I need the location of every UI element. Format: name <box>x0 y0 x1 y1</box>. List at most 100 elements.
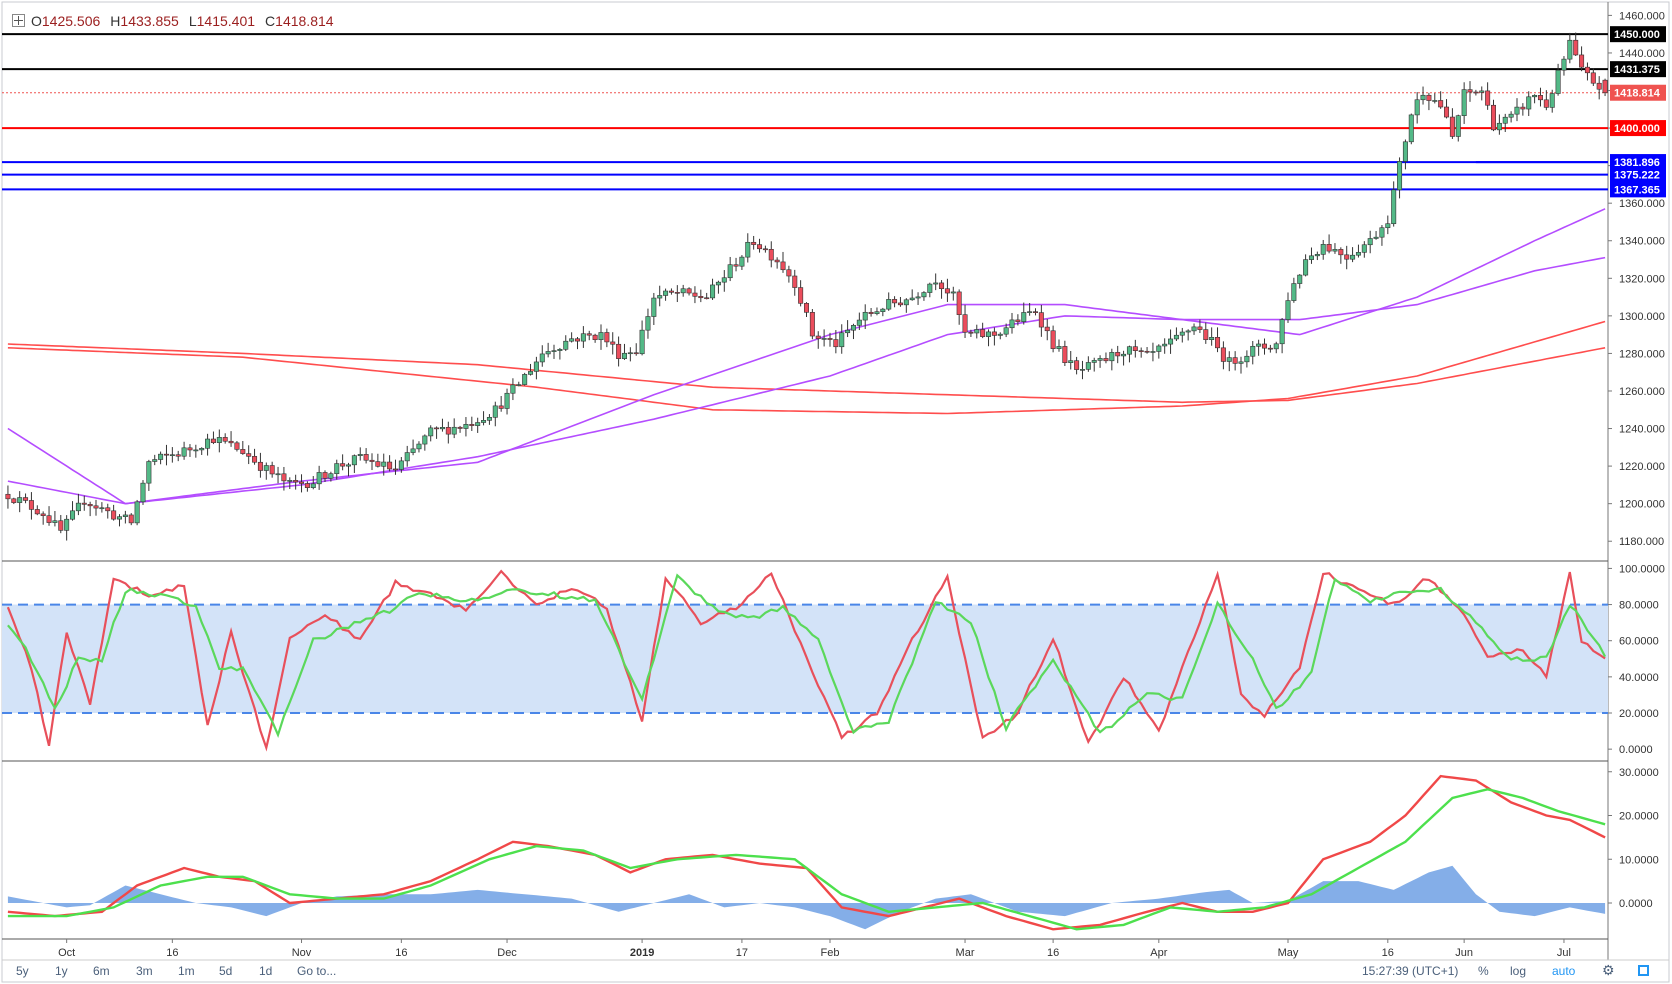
stoch-tick-label: 40.0000 <box>1619 672 1659 684</box>
candle-body <box>833 339 839 348</box>
stoch-tick-label: 100.0000 <box>1619 563 1665 575</box>
candle-body <box>1009 319 1015 329</box>
fullscreen-icon[interactable] <box>1638 965 1649 976</box>
candle-body <box>1074 360 1080 370</box>
percent-toggle[interactable]: % <box>1478 964 1489 978</box>
candle-body <box>997 333 1003 336</box>
candle-body <box>445 427 451 435</box>
candle-body <box>1273 343 1279 350</box>
timeframe-6m[interactable]: 6m <box>93 964 110 978</box>
candle-body <box>1444 106 1450 118</box>
timeframe-5d[interactable]: 5d <box>219 964 232 978</box>
candle-body <box>991 331 997 336</box>
candle-body <box>428 427 434 437</box>
low-value: 1415.401 <box>196 13 256 29</box>
candle-body <box>299 481 305 484</box>
candle-body <box>821 338 827 340</box>
candle-body <box>551 350 557 352</box>
candle-body <box>434 427 440 430</box>
timeframe-1m[interactable]: 1m <box>178 964 195 978</box>
moving-average-line <box>7 343 1606 404</box>
candle-body <box>1091 360 1097 363</box>
candle-body <box>1144 350 1150 353</box>
candle-body <box>539 353 545 363</box>
candle-body <box>146 461 152 484</box>
candle-body <box>1085 362 1091 370</box>
candle-body <box>117 516 123 520</box>
candle-body <box>668 290 674 293</box>
candle-body <box>1109 352 1115 362</box>
candle-body <box>222 437 228 442</box>
bottom-toolbar: 5y 1y 6m 3m 1m 5d 1d Go to... 15:27:39 (… <box>4 961 1668 981</box>
time-tick-label: 17 <box>736 947 748 959</box>
gear-icon[interactable]: ⚙ <box>1602 962 1615 979</box>
candle-body <box>839 332 845 348</box>
candle-body <box>1543 99 1549 108</box>
candle-body <box>1496 122 1502 131</box>
candle-body <box>933 282 939 285</box>
candle-body <box>87 504 93 507</box>
time-tick-label: 16 <box>1047 947 1059 959</box>
candle-body <box>639 329 645 355</box>
candle-body <box>122 514 128 517</box>
candle-body <box>956 291 962 315</box>
candle-body <box>1191 326 1197 332</box>
stoch-tick-label: 0.0000 <box>1619 744 1653 756</box>
candle-body <box>698 296 704 299</box>
trading-chart[interactable]: 1460.0001440.0001420.0001400.0001380.000… <box>0 0 1672 984</box>
candle-body <box>345 464 351 467</box>
price-tick-label: 1460.000 <box>1619 10 1665 22</box>
candle-body <box>909 297 915 301</box>
candle-body <box>704 297 710 300</box>
candle-body <box>780 261 786 271</box>
candle-body <box>1256 343 1262 347</box>
candle-body <box>1373 236 1379 239</box>
time-tick-label: 2019 <box>630 947 654 959</box>
candle-body <box>510 384 516 394</box>
candle-body <box>710 284 716 299</box>
candle-body <box>1385 223 1391 229</box>
level-price-label: 1375.222 <box>1614 170 1660 182</box>
timeframe-1y[interactable]: 1y <box>55 964 68 978</box>
candle-body <box>375 461 381 467</box>
candle-body <box>58 520 64 531</box>
timeframe-1d[interactable]: 1d <box>259 964 272 978</box>
auto-toggle[interactable]: auto <box>1552 964 1575 978</box>
level-price-label: 1431.375 <box>1614 64 1660 76</box>
candle-body <box>1414 99 1420 116</box>
level-price-label: 1418.814 <box>1614 88 1661 100</box>
go-to-button[interactable]: Go to... <box>297 964 336 978</box>
macd-pane: 30.0000 20.0000 10.0000 0.0000 <box>7 767 1659 931</box>
candle-body <box>1449 116 1455 137</box>
candle-body <box>580 333 586 342</box>
candle-body <box>545 351 551 355</box>
candle-body <box>1056 346 1062 349</box>
ohlc-legend: O1425.506 H1433.855 L1415.401 C1418.814 <box>12 13 334 29</box>
log-toggle[interactable]: log <box>1510 964 1526 978</box>
candle-body <box>663 290 669 296</box>
candle-body <box>93 505 99 509</box>
candle-body <box>868 311 874 314</box>
candle-body <box>768 249 774 261</box>
candle-body <box>680 288 686 294</box>
candle-body <box>293 480 299 483</box>
candle-body <box>939 282 945 290</box>
candle-body <box>11 498 17 503</box>
candle-body <box>1485 90 1491 106</box>
candle-body <box>1126 346 1132 355</box>
candle-body <box>498 405 504 409</box>
candle-body <box>1549 93 1555 108</box>
candle-body <box>915 296 921 299</box>
candle-body <box>845 329 851 334</box>
candle-body <box>228 440 234 444</box>
candle-body <box>1579 54 1585 68</box>
candle-body <box>944 288 950 294</box>
close-label: C <box>265 13 276 29</box>
timeframe-5y[interactable]: 5y <box>16 964 29 978</box>
timeframe-3m[interactable]: 3m <box>136 964 153 978</box>
candle-body <box>721 277 727 283</box>
candle-body <box>1408 114 1414 143</box>
plus-square-icon[interactable] <box>12 14 25 27</box>
macd-histogram-area <box>7 865 1606 930</box>
candle-body <box>1314 254 1320 257</box>
